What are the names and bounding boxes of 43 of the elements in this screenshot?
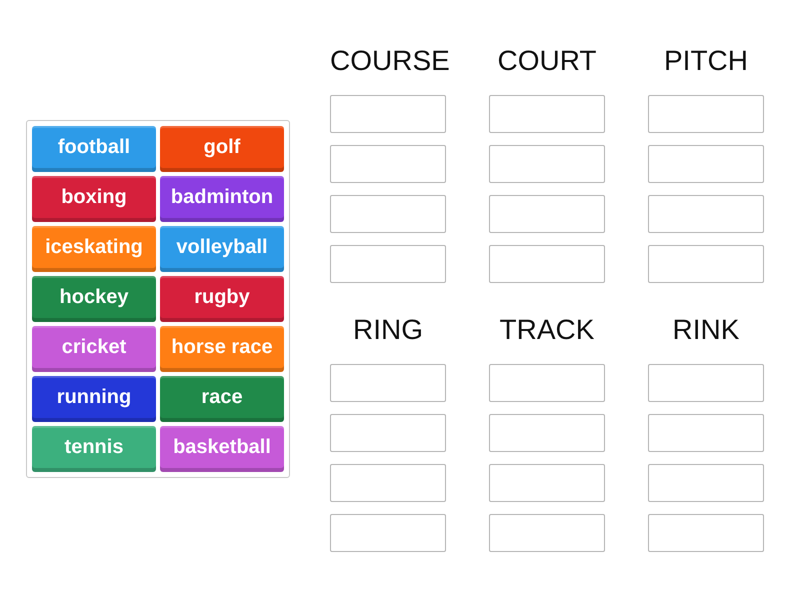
- answer-box[interactable]: [330, 514, 446, 552]
- group-heading: RING: [352, 313, 424, 347]
- word-tile[interactable]: tennis: [32, 426, 156, 472]
- answer-box[interactable]: [330, 95, 446, 133]
- answer-box[interactable]: [489, 414, 605, 452]
- word-tile[interactable]: football: [32, 126, 156, 172]
- group-heading: TRACK: [498, 313, 596, 347]
- word-tile[interactable]: race: [160, 376, 284, 422]
- word-tile[interactable]: horse race: [160, 326, 284, 372]
- answer-box[interactable]: [648, 195, 764, 233]
- answer-box[interactable]: [330, 245, 446, 283]
- answer-box[interactable]: [648, 364, 764, 402]
- answer-box[interactable]: [330, 145, 446, 183]
- answer-box[interactable]: [489, 95, 605, 133]
- word-tile[interactable]: badminton: [160, 176, 284, 222]
- answer-box[interactable]: [330, 414, 446, 452]
- answer-box[interactable]: [489, 145, 605, 183]
- word-tile[interactable]: running: [32, 376, 156, 422]
- word-tile[interactable]: cricket: [32, 326, 156, 372]
- answer-box[interactable]: [489, 364, 605, 402]
- answer-box[interactable]: [648, 95, 764, 133]
- word-tile[interactable]: basketball: [160, 426, 284, 472]
- group-heading: PITCH: [663, 44, 749, 78]
- answer-box[interactable]: [330, 195, 446, 233]
- answer-box[interactable]: [489, 245, 605, 283]
- answer-box[interactable]: [489, 514, 605, 552]
- answer-box[interactable]: [330, 464, 446, 502]
- answer-box[interactable]: [489, 464, 605, 502]
- answer-box[interactable]: [648, 245, 764, 283]
- answer-box[interactable]: [648, 414, 764, 452]
- answer-box[interactable]: [648, 145, 764, 183]
- answer-box[interactable]: [489, 195, 605, 233]
- group-heading: COURT: [496, 44, 598, 78]
- answer-box[interactable]: [648, 514, 764, 552]
- word-tile[interactable]: volleyball: [160, 226, 284, 272]
- word-tile[interactable]: iceskating: [32, 226, 156, 272]
- answer-box[interactable]: [648, 464, 764, 502]
- word-tile[interactable]: rugby: [160, 276, 284, 322]
- group-heading: RINK: [672, 313, 740, 347]
- word-tile[interactable]: hockey: [32, 276, 156, 322]
- word-tile[interactable]: golf: [160, 126, 284, 172]
- answer-box[interactable]: [330, 364, 446, 402]
- word-tile[interactable]: boxing: [32, 176, 156, 222]
